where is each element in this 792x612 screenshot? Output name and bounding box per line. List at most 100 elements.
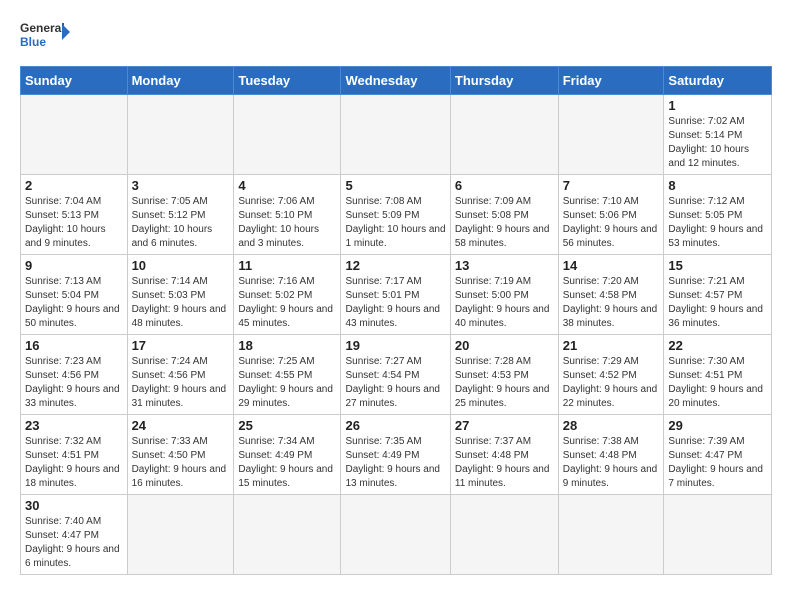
day-info: Sunrise: 7:23 AM Sunset: 4:56 PM Dayligh… [25, 355, 123, 411]
day-info: Sunrise: 7:10 AM Sunset: 5:06 PM Dayligh… [563, 195, 660, 251]
logo-svg: General Blue [20, 16, 70, 56]
weekday-header-row: SundayMondayTuesdayWednesdayThursdayFrid… [21, 67, 772, 95]
day-info: Sunrise: 7:30 AM Sunset: 4:51 PM Dayligh… [668, 355, 767, 411]
weekday-header-friday: Friday [558, 67, 664, 95]
day-number: 15 [668, 258, 767, 273]
calendar-cell [450, 495, 558, 575]
day-info: Sunrise: 7:28 AM Sunset: 4:53 PM Dayligh… [455, 355, 554, 411]
day-number: 2 [25, 178, 123, 193]
day-info: Sunrise: 7:39 AM Sunset: 4:47 PM Dayligh… [668, 435, 767, 491]
day-number: 14 [563, 258, 660, 273]
calendar-row: 2 Sunrise: 7:04 AM Sunset: 5:13 PM Daylig… [21, 175, 772, 255]
calendar-table: SundayMondayTuesdayWednesdayThursdayFrid… [20, 66, 772, 575]
day-number: 16 [25, 338, 123, 353]
day-number: 8 [668, 178, 767, 193]
day-number: 24 [132, 418, 230, 433]
calendar-cell: 16 Sunrise: 7:23 AM Sunset: 4:56 PM Dayli… [21, 335, 128, 415]
calendar-cell: 29 Sunrise: 7:39 AM Sunset: 4:47 PM Dayli… [664, 415, 772, 495]
day-number: 3 [132, 178, 230, 193]
day-info: Sunrise: 7:02 AM Sunset: 5:14 PM Dayligh… [668, 115, 767, 171]
day-info: Sunrise: 7:20 AM Sunset: 4:58 PM Dayligh… [563, 275, 660, 331]
day-number: 20 [455, 338, 554, 353]
day-info: Sunrise: 7:29 AM Sunset: 4:52 PM Dayligh… [563, 355, 660, 411]
calendar-cell: 30 Sunrise: 7:40 AM Sunset: 4:47 PM Dayli… [21, 495, 128, 575]
day-number: 11 [238, 258, 336, 273]
calendar-row: 30 Sunrise: 7:40 AM Sunset: 4:47 PM Dayli… [21, 495, 772, 575]
day-number: 29 [668, 418, 767, 433]
calendar-cell: 19 Sunrise: 7:27 AM Sunset: 4:54 PM Dayli… [341, 335, 450, 415]
day-number: 12 [345, 258, 445, 273]
calendar-cell: 18Sunrise: 7:25 AM Sunset: 4:55 PM Dayli… [234, 335, 341, 415]
calendar-cell [341, 495, 450, 575]
calendar-cell: 8Sunrise: 7:12 AM Sunset: 5:05 PM Daylig… [664, 175, 772, 255]
calendar-cell: 3Sunrise: 7:05 AM Sunset: 5:12 PM Daylig… [127, 175, 234, 255]
day-number: 1 [668, 98, 767, 113]
day-number: 27 [455, 418, 554, 433]
day-info: Sunrise: 7:06 AM Sunset: 5:10 PM Dayligh… [238, 195, 336, 251]
day-info: Sunrise: 7:09 AM Sunset: 5:08 PM Dayligh… [455, 195, 554, 251]
day-info: Sunrise: 7:33 AM Sunset: 4:50 PM Dayligh… [132, 435, 230, 491]
calendar-row: 23Sunrise: 7:32 AM Sunset: 4:51 PM Dayli… [21, 415, 772, 495]
day-number: 30 [25, 498, 123, 513]
calendar-cell: 2 Sunrise: 7:04 AM Sunset: 5:13 PM Daylig… [21, 175, 128, 255]
day-number: 17 [132, 338, 230, 353]
calendar-cell: 14 Sunrise: 7:20 AM Sunset: 4:58 PM Dayli… [558, 255, 664, 335]
calendar-cell: 27Sunrise: 7:37 AM Sunset: 4:48 PM Dayli… [450, 415, 558, 495]
weekday-header-thursday: Thursday [450, 67, 558, 95]
calendar-row: 16 Sunrise: 7:23 AM Sunset: 4:56 PM Dayli… [21, 335, 772, 415]
calendar-cell [341, 95, 450, 175]
calendar-cell [450, 95, 558, 175]
calendar-cell: 7 Sunrise: 7:10 AM Sunset: 5:06 PM Daylig… [558, 175, 664, 255]
calendar-cell [127, 495, 234, 575]
day-info: Sunrise: 7:14 AM Sunset: 5:03 PM Dayligh… [132, 275, 230, 331]
day-number: 7 [563, 178, 660, 193]
weekday-header-wednesday: Wednesday [341, 67, 450, 95]
day-number: 5 [345, 178, 445, 193]
day-info: Sunrise: 7:19 AM Sunset: 5:00 PM Dayligh… [455, 275, 554, 331]
calendar-cell: 6 Sunrise: 7:09 AM Sunset: 5:08 PM Daylig… [450, 175, 558, 255]
calendar-cell: 5 Sunrise: 7:08 AM Sunset: 5:09 PM Daylig… [341, 175, 450, 255]
calendar-cell [664, 495, 772, 575]
day-number: 26 [345, 418, 445, 433]
calendar-cell: 24 Sunrise: 7:33 AM Sunset: 4:50 PM Dayli… [127, 415, 234, 495]
day-number: 28 [563, 418, 660, 433]
day-number: 19 [345, 338, 445, 353]
svg-text:General: General [20, 21, 65, 35]
calendar-cell [21, 95, 128, 175]
weekday-header-tuesday: Tuesday [234, 67, 341, 95]
calendar-cell: 28 Sunrise: 7:38 AM Sunset: 4:48 PM Dayli… [558, 415, 664, 495]
calendar-cell [234, 495, 341, 575]
calendar-cell: 1 Sunrise: 7:02 AM Sunset: 5:14 PM Daylig… [664, 95, 772, 175]
day-info: Sunrise: 7:21 AM Sunset: 4:57 PM Dayligh… [668, 275, 767, 331]
calendar-cell: 23Sunrise: 7:32 AM Sunset: 4:51 PM Dayli… [21, 415, 128, 495]
day-info: Sunrise: 7:34 AM Sunset: 4:49 PM Dayligh… [238, 435, 336, 491]
calendar-cell: 9Sunrise: 7:13 AM Sunset: 5:04 PM Daylig… [21, 255, 128, 335]
calendar-cell: 17Sunrise: 7:24 AM Sunset: 4:56 PM Dayli… [127, 335, 234, 415]
weekday-header-sunday: Sunday [21, 67, 128, 95]
day-info: Sunrise: 7:16 AM Sunset: 5:02 PM Dayligh… [238, 275, 336, 331]
calendar-cell: 12 Sunrise: 7:17 AM Sunset: 5:01 PM Dayli… [341, 255, 450, 335]
day-info: Sunrise: 7:08 AM Sunset: 5:09 PM Dayligh… [345, 195, 445, 251]
day-info: Sunrise: 7:17 AM Sunset: 5:01 PM Dayligh… [345, 275, 445, 331]
day-info: Sunrise: 7:27 AM Sunset: 4:54 PM Dayligh… [345, 355, 445, 411]
calendar-cell: 26 Sunrise: 7:35 AM Sunset: 4:49 PM Dayli… [341, 415, 450, 495]
day-info: Sunrise: 7:35 AM Sunset: 4:49 PM Dayligh… [345, 435, 445, 491]
day-info: Sunrise: 7:40 AM Sunset: 4:47 PM Dayligh… [25, 515, 123, 571]
calendar-cell: 21Sunrise: 7:29 AM Sunset: 4:52 PM Dayli… [558, 335, 664, 415]
day-info: Sunrise: 7:38 AM Sunset: 4:48 PM Dayligh… [563, 435, 660, 491]
calendar-row: 9Sunrise: 7:13 AM Sunset: 5:04 PM Daylig… [21, 255, 772, 335]
calendar-cell: 20 Sunrise: 7:28 AM Sunset: 4:53 PM Dayli… [450, 335, 558, 415]
logo: General Blue [20, 16, 70, 56]
weekday-header-saturday: Saturday [664, 67, 772, 95]
calendar-cell [127, 95, 234, 175]
calendar-cell [558, 95, 664, 175]
day-number: 10 [132, 258, 230, 273]
day-number: 23 [25, 418, 123, 433]
day-number: 4 [238, 178, 336, 193]
day-number: 9 [25, 258, 123, 273]
day-info: Sunrise: 7:25 AM Sunset: 4:55 PM Dayligh… [238, 355, 336, 411]
calendar-cell: 15 Sunrise: 7:21 AM Sunset: 4:57 PM Dayli… [664, 255, 772, 335]
day-info: Sunrise: 7:04 AM Sunset: 5:13 PM Dayligh… [25, 195, 123, 251]
day-number: 6 [455, 178, 554, 193]
header: General Blue [20, 16, 772, 56]
